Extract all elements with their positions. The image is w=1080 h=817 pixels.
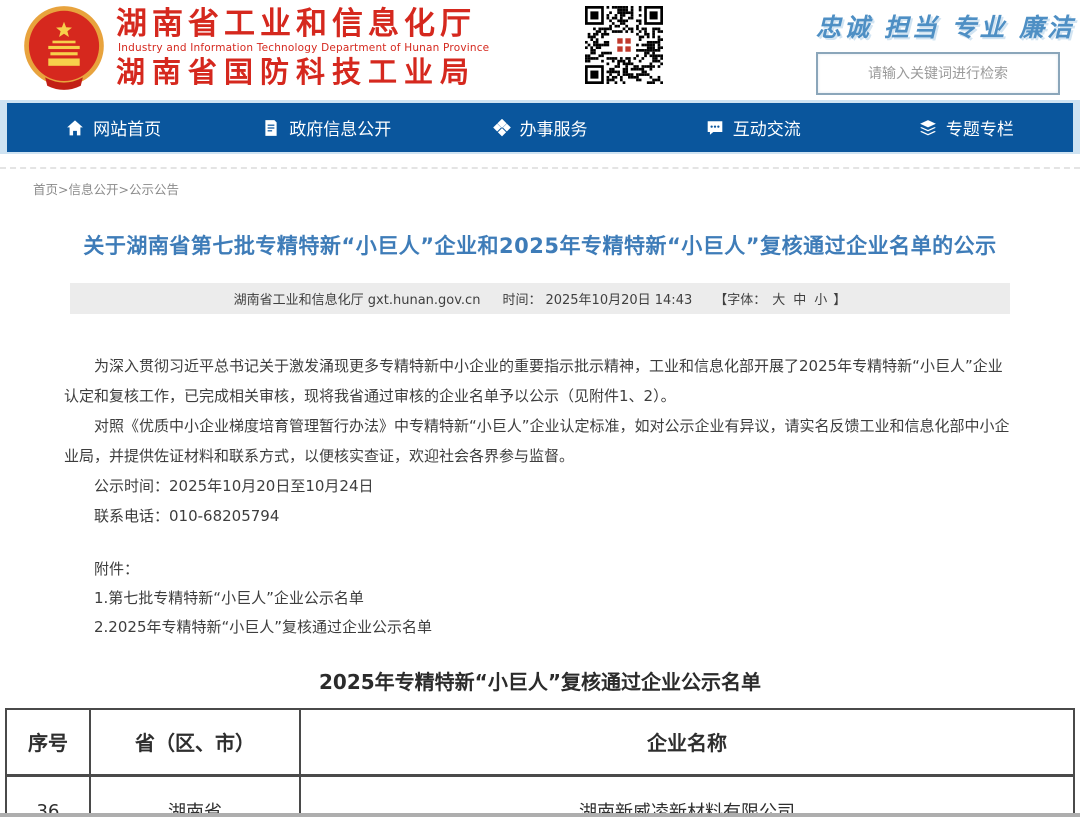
org-title-en: Industry and Information Technology Depa… xyxy=(118,42,489,55)
paragraph: 对照《优质中小企业梯度培育管理暂行办法》中专精特新“小巨人”企业认定标准，如对公… xyxy=(64,411,1016,471)
font-size-label-close: 】 xyxy=(833,289,846,308)
site-logo[interactable]: 湖南省工业和信息化厅 Industry and Information Tech… xyxy=(22,4,489,92)
table-header-row: 序号 省（区、市） 企业名称 xyxy=(6,709,1074,775)
service-icon xyxy=(493,119,511,137)
attachment-link-1[interactable]: 1.第七批专精特新“小巨人”企业公示名单 xyxy=(64,584,1016,613)
paragraph: 为深入贯彻习近平总书记关于激发涌现更多专精特新中小企业的重要指示批示精神，工业和… xyxy=(64,351,1016,411)
nav-item-special-columns[interactable]: 专题专栏 xyxy=(860,103,1073,152)
columns-icon xyxy=(919,119,937,137)
nav-item-home[interactable]: 网站首页 xyxy=(7,103,220,152)
article-title: 关于湖南省第七批专精特新“小巨人”企业和2025年专精特新“小巨人”复核通过企业… xyxy=(0,230,1080,260)
font-size-small-button[interactable]: 小 xyxy=(814,289,827,308)
article-body: 为深入贯彻习近平总书记关于激发涌现更多专精特新中小企业的重要指示批示精神，工业和… xyxy=(64,351,1016,642)
breadcrumb-home[interactable]: 首页 xyxy=(33,182,58,197)
article-source: 湖南省工业和信息化厅 gxt.hunan.gov.cn xyxy=(234,289,481,308)
nav-item-label: 专题专栏 xyxy=(946,115,1014,140)
cell-province: 湖南省 xyxy=(90,775,300,817)
nav-item-interaction[interactable]: 互动交流 xyxy=(647,103,860,152)
site-header: 湖南省工业和信息化厅 Industry and Information Tech… xyxy=(0,0,1080,100)
attachment-link-2[interactable]: 2.2025年专精特新“小巨人”复核通过企业公示名单 xyxy=(64,613,1016,642)
breadcrumb-separator: > xyxy=(119,182,129,197)
company-table: 序号 省（区、市） 企业名称 36 湖南省 湖南新威凌新材料有限公司 xyxy=(5,708,1075,817)
table-row: 36 湖南省 湖南新威凌新材料有限公司 xyxy=(6,775,1074,817)
article: 关于湖南省第七批专精特新“小巨人”企业和2025年专精特新“小巨人”复核通过企业… xyxy=(0,230,1080,642)
nav-wrapper: 网站首页 政府信息公开 办事服务 互动交流 专题专栏 xyxy=(0,100,1080,154)
article-meta-bar: 湖南省工业和信息化厅 gxt.hunan.gov.cn 时间： 2025年10月… xyxy=(70,283,1010,314)
attachments: 附件： 1.第七批专精特新“小巨人”企业公示名单 2.2025年专精特新“小巨人… xyxy=(64,555,1016,642)
home-icon xyxy=(66,119,84,137)
nav-item-gov-info[interactable]: 政府信息公开 xyxy=(220,103,433,152)
cell-serial: 36 xyxy=(6,775,90,817)
col-header-company: 企业名称 xyxy=(300,709,1074,775)
page-bottom-edge xyxy=(0,813,1080,817)
nav-item-label: 政府信息公开 xyxy=(289,115,391,140)
org-title-cn: 湖南省工业和信息化厅 xyxy=(116,7,489,41)
col-header-serial: 序号 xyxy=(6,709,90,775)
national-emblem-icon xyxy=(22,4,106,92)
org-title-cn2: 湖南省国防科技工业局 xyxy=(116,56,489,89)
nav-item-label: 办事服务 xyxy=(520,115,588,140)
contact-phone: 联系电话：010-68205794 xyxy=(64,501,1016,531)
nav-item-label: 网站首页 xyxy=(93,115,161,140)
cell-company: 湖南新威凌新材料有限公司 xyxy=(300,775,1074,817)
font-size-medium-button[interactable]: 中 xyxy=(793,289,806,308)
attachments-label: 附件： xyxy=(64,555,1016,584)
table-title: 2025年专精特新“小巨人”复核通过企业公示名单 xyxy=(0,666,1080,695)
breadcrumb-announcements[interactable]: 公示公告 xyxy=(129,182,179,197)
publish-time-label: 时间： xyxy=(502,289,541,308)
breadcrumb-separator: > xyxy=(58,182,68,197)
breadcrumb: 首页>信息公开>公示公告 xyxy=(0,169,1080,198)
search-input[interactable] xyxy=(818,54,1058,93)
search-box xyxy=(816,52,1060,95)
publicity-period: 公示时间：2025年10月20日至10月24日 xyxy=(64,471,1016,501)
slogan-banner: 忠诚 担当 专业 廉洁 xyxy=(816,8,1068,44)
breadcrumb-info-disclosure[interactable]: 信息公开 xyxy=(69,182,119,197)
qr-code xyxy=(585,6,663,84)
font-size-label: 【字体： xyxy=(714,289,766,308)
chat-icon xyxy=(706,119,724,137)
main-nav: 网站首页 政府信息公开 办事服务 互动交流 专题专栏 xyxy=(7,103,1073,152)
publish-time: 2025年10月20日 14:43 xyxy=(545,289,692,308)
nav-item-services[interactable]: 办事服务 xyxy=(433,103,646,152)
font-size-large-button[interactable]: 大 xyxy=(772,289,785,308)
document-icon xyxy=(262,119,280,137)
nav-item-label: 互动交流 xyxy=(733,115,801,140)
col-header-province: 省（区、市） xyxy=(90,709,300,775)
